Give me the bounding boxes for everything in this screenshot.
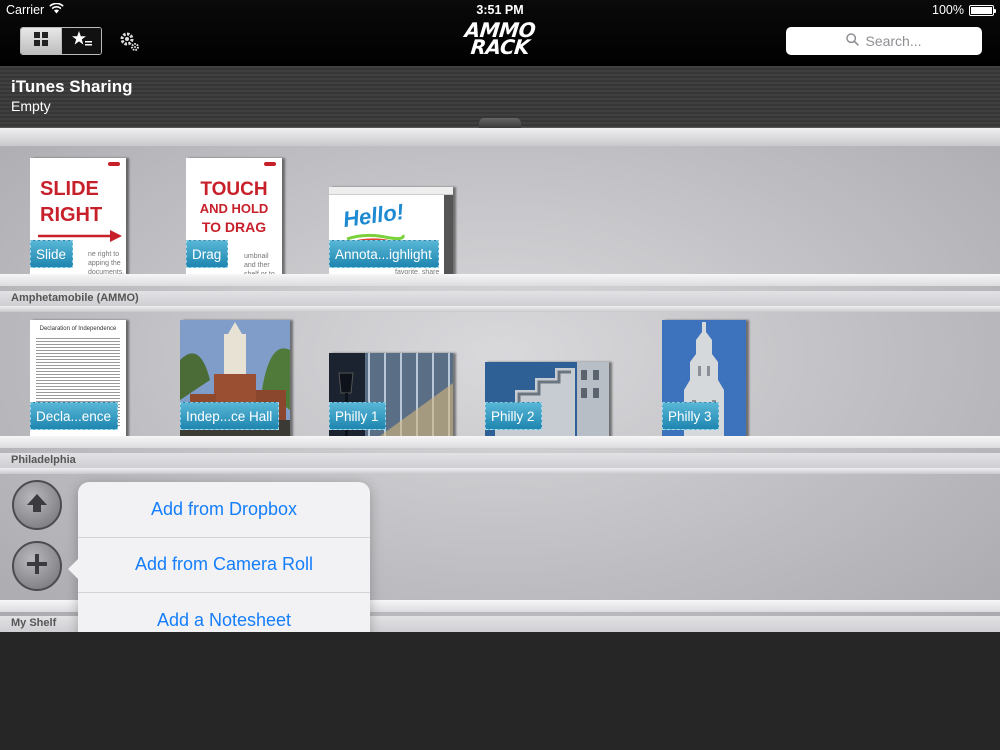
- drawer-handle[interactable]: [479, 118, 521, 128]
- battery-label: 100%: [932, 3, 964, 17]
- empty-area: [0, 632, 1000, 750]
- shelf-item-philly-1[interactable]: Philly 1: [329, 353, 453, 444]
- star-list-icon: [71, 30, 92, 52]
- favorites-view-button[interactable]: [61, 28, 101, 54]
- grid-icon: [34, 31, 48, 51]
- shelf-item-declaration[interactable]: Declaration of Independence Decla...ence: [30, 320, 126, 444]
- shelf-item-annotate[interactable]: Hello! mark as favorite, share and print…: [329, 187, 453, 285]
- item-title-tag: Annota...ighlight: [329, 240, 439, 268]
- item-title-tag: Philly 1: [329, 402, 386, 430]
- item-title-tag: Slide: [30, 240, 74, 268]
- shelf-ledge: [0, 436, 1000, 448]
- thumb-caption: ne right to apping the documents.: [88, 251, 125, 276]
- plus-icon: [25, 552, 49, 581]
- thumb-text: Hello!: [341, 198, 406, 233]
- settings-button[interactable]: [118, 30, 142, 54]
- up-arrow-icon: [25, 491, 49, 520]
- logo-line2: RACK: [469, 35, 531, 59]
- search-field[interactable]: Search...: [786, 27, 982, 55]
- shelf-top-rail: [0, 468, 1000, 474]
- thumb-badge: [264, 162, 276, 166]
- item-title-tag: Philly 3: [662, 402, 719, 430]
- add-from-camera-roll-option[interactable]: Add from Camera Roll: [78, 538, 370, 594]
- scroll-up-button[interactable]: [12, 480, 62, 530]
- thumb-badge: [108, 162, 120, 166]
- app-logo: AMMO RACK: [452, 18, 548, 60]
- shelf-top-rail: [0, 128, 1000, 146]
- shelf-label: Amphetamobile (AMMO): [0, 291, 1000, 306]
- shelf-label: Philadelphia: [0, 453, 1000, 468]
- sharing-subtitle: Empty: [11, 98, 51, 114]
- shelf-item-drag[interactable]: TOUCH AND HOLD TO DRAG umbnail and ther …: [186, 158, 282, 287]
- item-title-tag: Indep...ce Hall: [180, 402, 280, 430]
- item-title-tag: Philly 2: [485, 402, 542, 430]
- grid-view-button[interactable]: [21, 28, 61, 54]
- top-bar: Carrier 3:51 PM 100% AMMO RACK Search...: [0, 0, 1000, 66]
- search-placeholder: Search...: [865, 33, 922, 49]
- thumb-toolbar: [329, 187, 453, 195]
- shelf-item-independence-hall[interactable]: Indep...ce Hall: [180, 320, 290, 444]
- status-time: 3:51 PM: [476, 3, 524, 17]
- thumb-text: SLIDE RIGHT: [40, 178, 103, 226]
- add-button[interactable]: [12, 541, 62, 591]
- add-menu-popover: Add from Dropbox Add from Camera Roll Ad…: [68, 482, 370, 649]
- thumb-text: Declaration of Independence: [39, 326, 117, 332]
- shelf-top-rail: [0, 306, 1000, 312]
- add-from-dropbox-option[interactable]: Add from Dropbox: [78, 482, 370, 538]
- shelf-item-philly-3[interactable]: Philly 3: [662, 320, 746, 444]
- item-title-tag: Decla...ence: [30, 402, 119, 430]
- search-icon: [846, 33, 860, 49]
- thumb-sidebar: [444, 195, 453, 282]
- view-toggle: [20, 27, 102, 55]
- item-title-tag: Drag: [186, 240, 229, 268]
- battery-icon: [969, 4, 996, 16]
- sharing-title: iTunes Sharing: [11, 77, 133, 96]
- shelf-item-philly-2[interactable]: Philly 2: [485, 362, 609, 444]
- shelf-item-slide[interactable]: SLIDE RIGHT ne right to apping the docum…: [30, 158, 126, 282]
- gear-icon: [118, 32, 142, 58]
- shelf-ledge: [0, 274, 1000, 286]
- thumb-text: TOUCH AND HOLD TO DRAG: [199, 179, 269, 235]
- status-right: 100%: [932, 3, 996, 17]
